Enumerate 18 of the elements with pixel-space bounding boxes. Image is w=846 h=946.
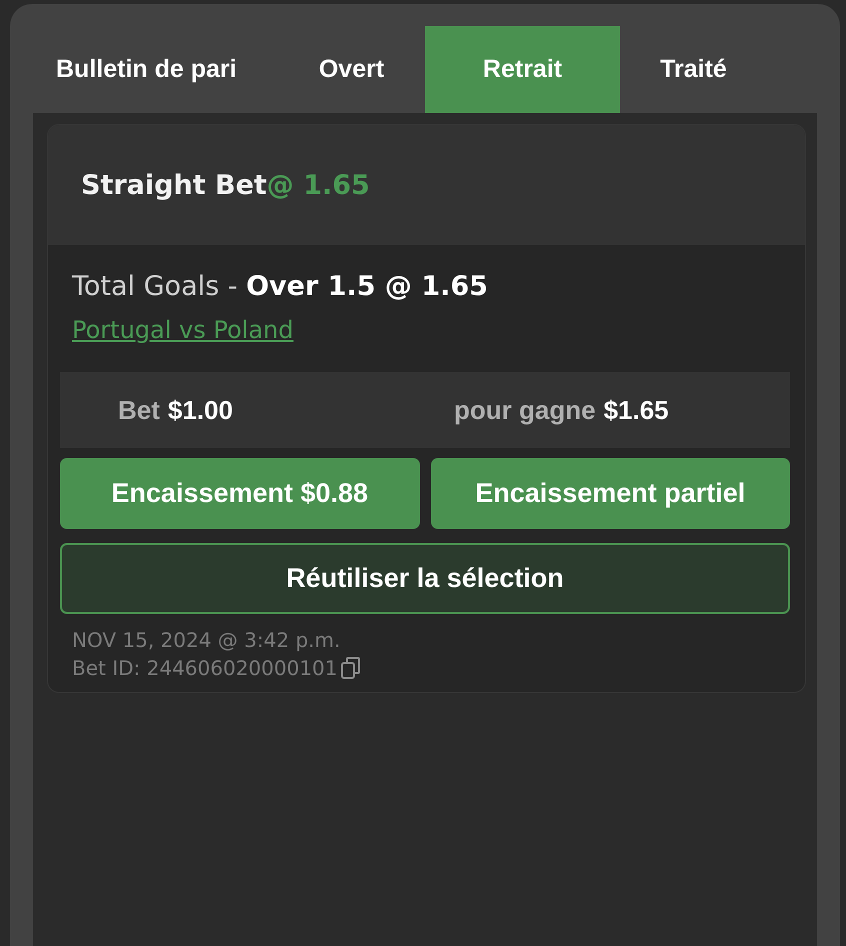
reuse-selection-button[interactable]: Réutiliser la sélection — [60, 543, 790, 614]
tab[interactable]: Overt — [278, 26, 425, 113]
tab[interactable]: Traité — [620, 26, 767, 113]
win-value: $1.65 — [604, 394, 669, 426]
cashout-button[interactable]: Encaissement $0.88 — [60, 458, 420, 529]
bet-date: NOV 15, 2024 @ 3:42 p.m. — [71, 628, 342, 652]
match-link[interactable]: Portugal vs Poland — [60, 316, 294, 344]
stake-value: $1.00 — [168, 394, 233, 426]
bet-title: Straight Bet — [81, 170, 267, 200]
stake-label: Bet — [118, 394, 160, 426]
selection-text: Total Goals - Over 1.5 @ 1.65 — [70, 271, 489, 302]
bet-odds: @ 1.65 — [266, 170, 370, 200]
tab[interactable]: Bulletin de pari — [33, 26, 278, 113]
bet-id: Bet ID: 244606020000101 — [71, 656, 338, 680]
win-label: pour gagne — [454, 394, 596, 426]
tab[interactable]: Retrait — [425, 26, 620, 113]
copy-icon[interactable] — [340, 656, 362, 680]
cashout-button[interactable]: Encaissement partiel — [430, 458, 790, 529]
